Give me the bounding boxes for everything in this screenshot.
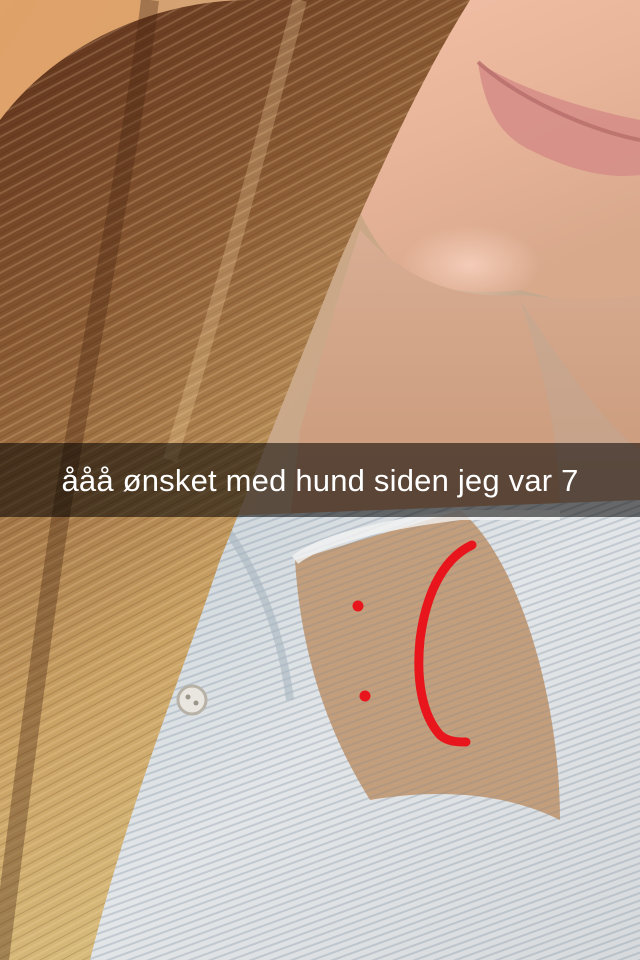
snap-view[interactable]: ååå ønsket med hund siden jeg var 7 [0,0,640,960]
caption-text: ååå ønsket med hund siden jeg var 7 [61,462,579,498]
caption-bar: ååå ønsket med hund siden jeg var 7 [0,443,640,517]
